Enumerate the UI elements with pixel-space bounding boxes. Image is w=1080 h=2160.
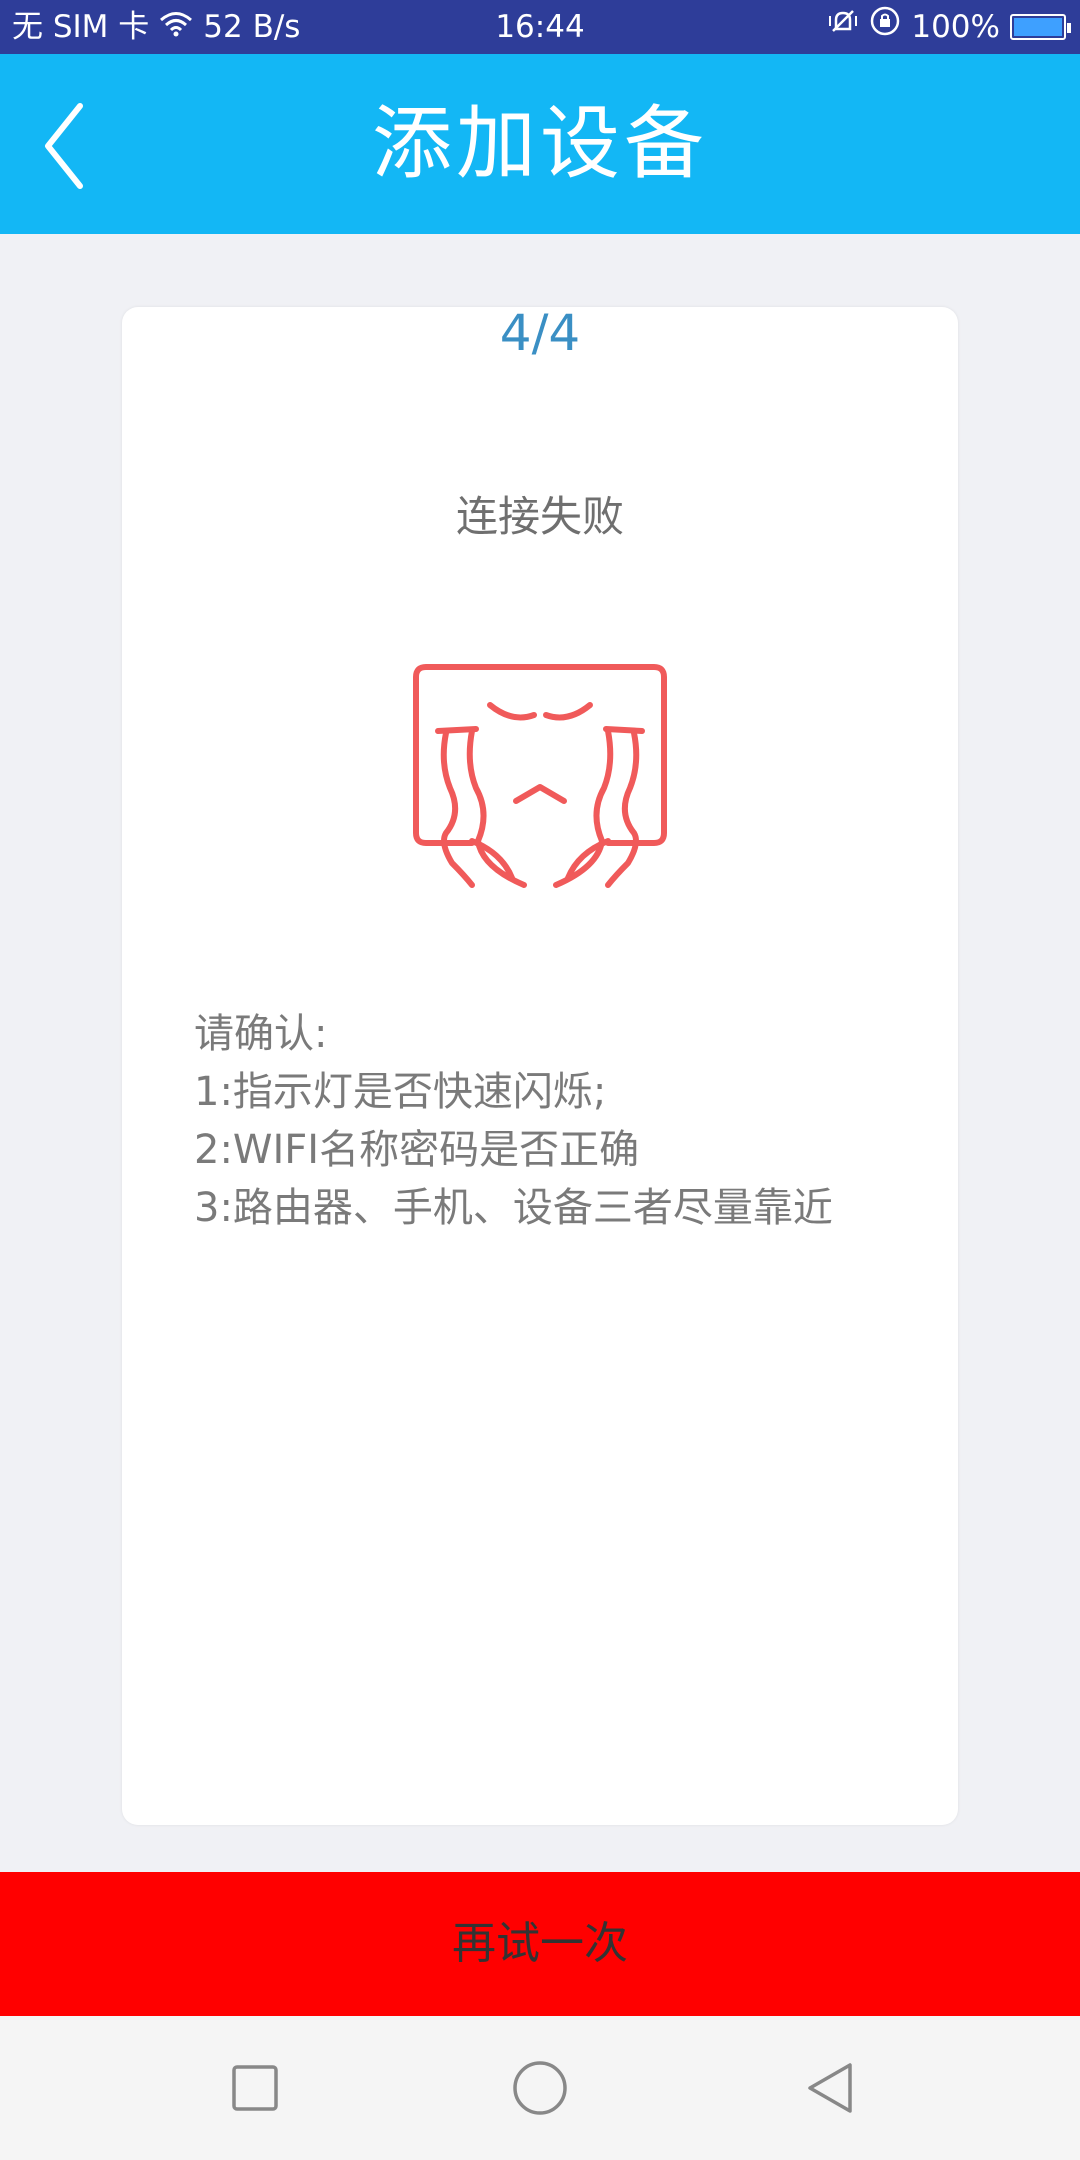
navigation-bar <box>0 2016 1080 2160</box>
tips-list: 请确认: 1:指示灯是否快速闪烁; 2:WIFI名称密码是否正确 3:路由器、手… <box>194 1005 934 1237</box>
home-circle-icon[interactable] <box>510 2058 570 2118</box>
status-right: 100% <box>827 0 1071 54</box>
vibrate-icon <box>827 0 859 54</box>
status-bar: 无 SIM 卡 52 B/s 16:44 100% <box>0 0 1080 54</box>
retry-button[interactable]: 再试一次 <box>0 1872 1080 2016</box>
tips-heading: 请确认: <box>194 1011 328 1057</box>
battery-text: 100% <box>911 9 1000 45</box>
tip-item: 3:路由器、手机、设备三者尽量靠近 <box>194 1185 833 1231</box>
app-bar: 添加设备 <box>0 54 1080 234</box>
tip-item: 1:指示灯是否快速闪烁; <box>194 1069 607 1115</box>
step-indicator: 4/4 <box>499 304 581 362</box>
battery-icon <box>1010 14 1071 40</box>
crying-face-icon <box>413 664 667 888</box>
recents-square-icon[interactable] <box>225 2058 285 2118</box>
page-title: 添加设备 <box>372 97 708 190</box>
result-card: 4/4 连接失败 请确认: 1:指示灯是否快速闪烁; 2:WIFI名称密码是否正… <box>122 307 958 1825</box>
rotation-lock-icon <box>869 0 901 54</box>
connection-status: 连接失败 <box>455 492 624 541</box>
tip-item: 2:WIFI名称密码是否正确 <box>194 1127 640 1173</box>
back-triangle-icon[interactable] <box>800 2058 860 2118</box>
